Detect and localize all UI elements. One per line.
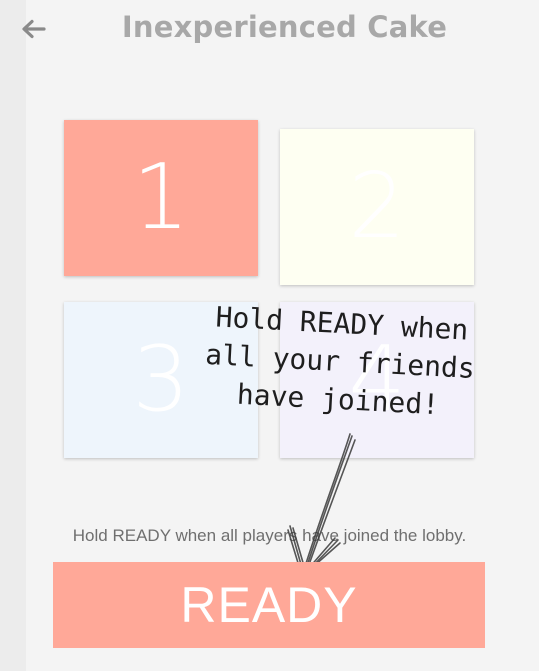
ready-button-label: READY — [180, 577, 358, 633]
player-slot-1: 1 — [64, 120, 258, 276]
player-slot-number: 1 — [132, 145, 190, 250]
player-slot-2: 2 — [280, 129, 474, 285]
page-title: Inexperienced Cake — [121, 10, 448, 44]
arrow-left-icon — [22, 19, 46, 39]
left-edge-strip — [0, 0, 26, 671]
instruction-text: Hold READY when all players have joined … — [72, 526, 467, 545]
player-slot-number: 2 — [348, 154, 406, 259]
tutorial-annotation: Hold READY when all your friends have jo… — [157, 296, 522, 429]
back-button[interactable] — [16, 14, 50, 44]
ready-button[interactable]: READY — [53, 562, 485, 648]
